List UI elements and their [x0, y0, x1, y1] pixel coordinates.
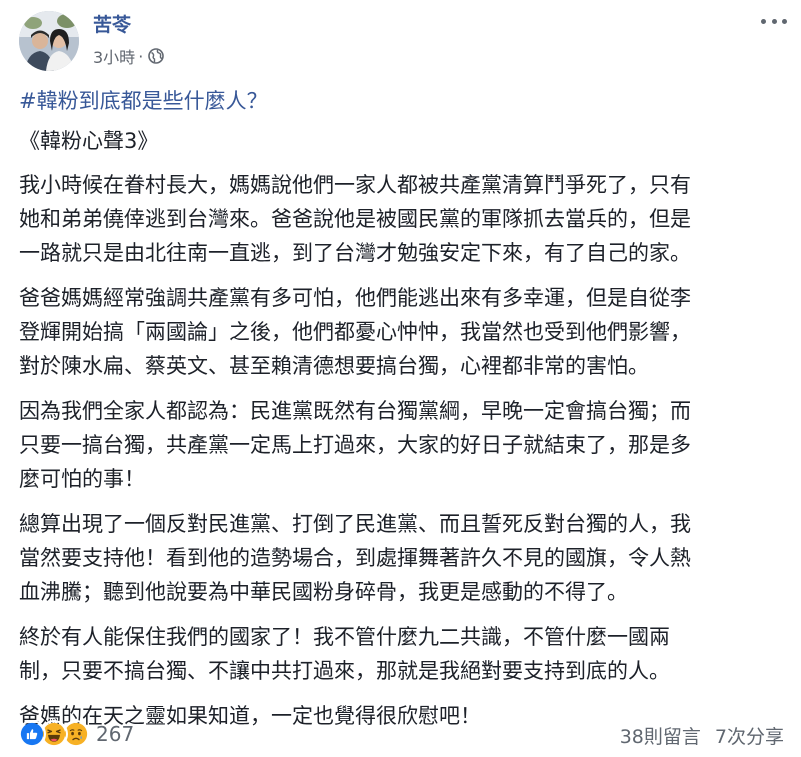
text-line: 當然要支持他！看到他的造勢場合，到處揮舞著許久不見的國旗，令人熱	[19, 546, 691, 570]
reactions-summary[interactable]: 267	[18, 718, 134, 750]
text-line: 我小時候在眷村長大，媽媽說他們一家人都被共產黨清算鬥爭死了，只有	[19, 173, 691, 197]
globe-icon[interactable]	[148, 48, 165, 64]
more-dot	[761, 18, 766, 24]
feed-post: 苦苓 3小時 · #韓粉到底都是些什麼人？ 《韓粉心聲3》 我小時候在眷村長大，…	[0, 0, 801, 757]
text-line: 總算出現了一個反對民進黨、打倒了民進黨、而且誓死反對台獨的人，我	[19, 512, 691, 536]
post-title: 《韓粉心聲3》	[19, 129, 159, 153]
text-line: 一路就只是由北往南一直逃，到了台灣才勉強安定下來，有了自己的家。	[19, 241, 691, 265]
hashtag-link[interactable]: #韓粉到底都是些什麼人？	[19, 89, 268, 113]
paragraph-1: 我小時候在眷村長大，媽媽說他們一家人都被共產黨清算鬥爭死了，只有 她和弟弟僥倖逃…	[19, 168, 785, 270]
text-line: 麼可怕的事！	[19, 467, 145, 491]
text-line: 制，只要不搞台獨、不讓中共打過來，那就是我絕對要支持到底的人。	[19, 659, 670, 683]
avatar[interactable]	[19, 11, 79, 71]
hashtag-line: #韓粉到底都是些什麼人？	[19, 84, 785, 120]
text-line: 對於陳水扁、蔡英文、甚至賴清德想要搞台獨，心裡都非常的害怕。	[19, 354, 649, 378]
avatar-photo	[19, 11, 79, 71]
text-line: 終於有人能保住我們的國家了！我不管什麼九二共識，不管什麼一國兩	[19, 625, 670, 649]
engagement-counts: 38則留言 7次分享	[620, 722, 784, 749]
shares-count-link[interactable]: 7次分享	[715, 722, 784, 749]
author-name[interactable]: 苦苓	[93, 13, 131, 37]
post-footer: 267 38則留言 7次分享	[18, 716, 784, 752]
reaction-count: 267	[96, 722, 135, 746]
post-timestamp[interactable]: 3小時	[93, 44, 135, 68]
more-options-icon[interactable]	[761, 13, 787, 29]
comments-count-link[interactable]: 38則留言	[620, 722, 701, 749]
post-content: #韓粉到底都是些什麼人？ 《韓粉心聲3》 我小時候在眷村長大，媽媽說他們一家人都…	[19, 84, 785, 733]
paragraph-2: 爸爸媽媽經常強調共產黨有多可怕，他們能逃出來有多幸運，但是自從李 登輝開始搞「兩…	[19, 281, 785, 383]
post-meta: 3小時 ·	[93, 44, 165, 68]
more-dot	[782, 18, 787, 24]
paragraph-4: 總算出現了一個反對民進黨、打倒了民進黨、而且誓死反對台獨的人，我 當然要支持他！…	[19, 507, 785, 609]
more-dot	[771, 18, 777, 24]
text-line: 只要一搞台獨，共產黨一定馬上打過來，大家的好日子就結束了，那是多	[19, 433, 691, 457]
paragraph-3: 因為我們全家人都認為：民進黨既然有台獨黨綱，早晚一定會搞台獨；而 只要一搞台獨，…	[19, 394, 785, 496]
text-line: 登輝開始搞「兩國論」之後，他們都憂心忡忡，我當然也受到他們影響，	[19, 320, 691, 344]
text-line: 血沸騰；聽到他說要為中華民國粉身碎骨，我更是感動的不得了。	[19, 580, 628, 604]
text-line: 因為我們全家人都認為：民進黨既然有台獨黨綱，早晚一定會搞台獨；而	[19, 399, 691, 423]
meta-separator: ·	[138, 46, 144, 66]
paragraph-5: 終於有人能保住我們的國家了！我不管什麼九二共識，不管什麼一國兩 制，只要不搞台獨…	[19, 620, 785, 688]
text-line: 她和弟弟僥倖逃到台灣來。爸爸說他是被國民黨的軍隊抓去當兵的，但是	[19, 207, 691, 231]
like-icon	[18, 720, 46, 748]
text-line: 爸爸媽媽經常強調共產黨有多可怕，他們能逃出來有多幸運，但是自從李	[19, 286, 691, 310]
